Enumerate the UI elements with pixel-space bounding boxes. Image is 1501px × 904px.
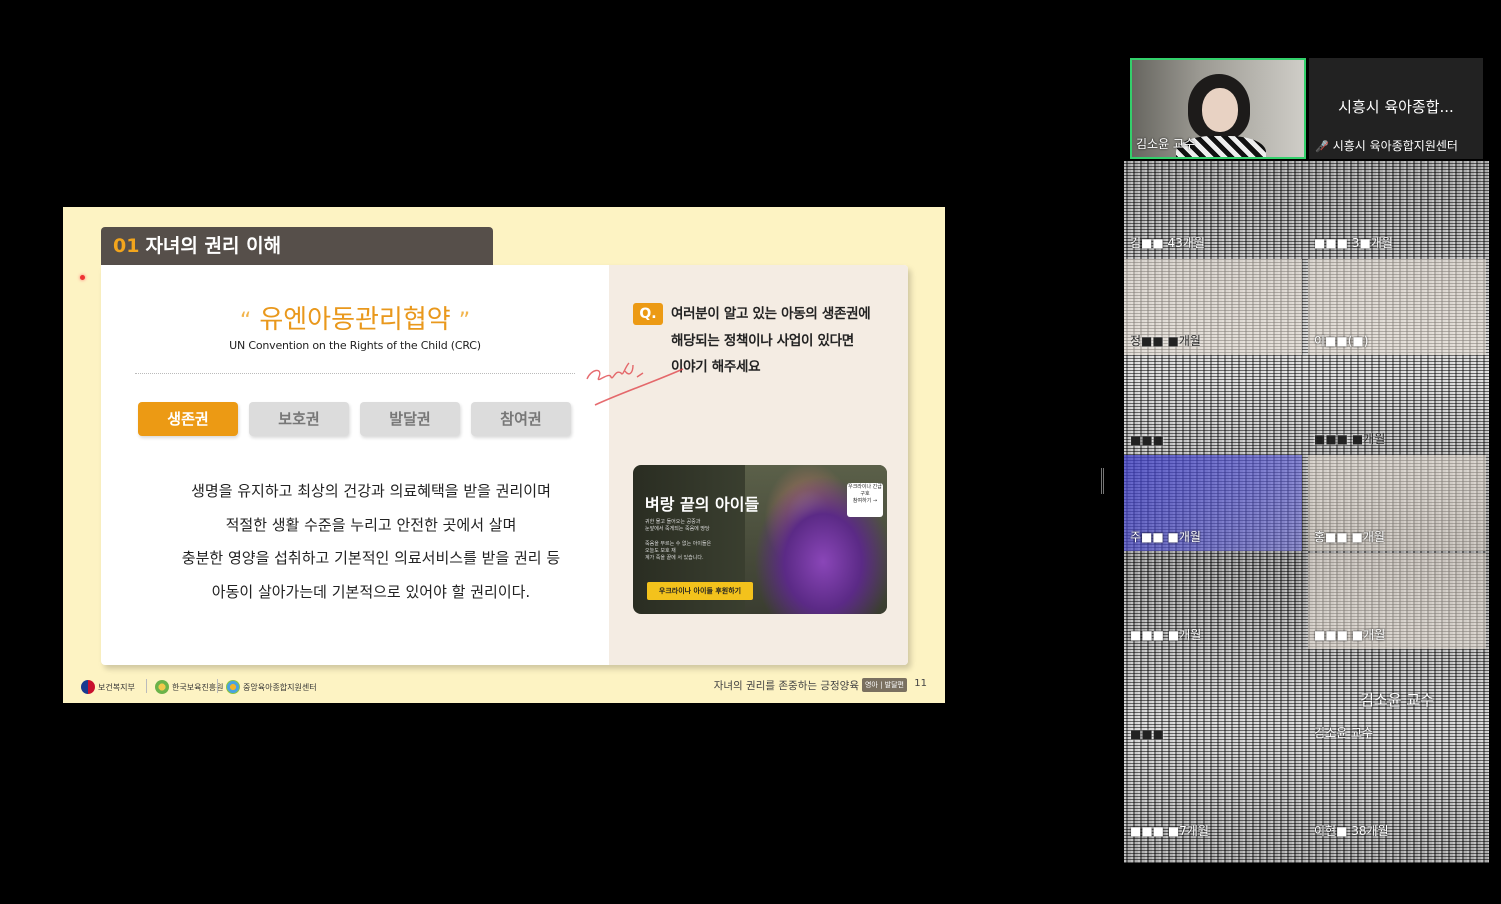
convention-title-text: 유엔아동관리협약	[259, 305, 451, 335]
section-header: 01 자녀의 권리 이해	[101, 227, 493, 265]
participant-tile[interactable]: ■■■ 3■개월	[1308, 161, 1486, 257]
participant-name: ■■■	[1130, 433, 1165, 447]
question-line: 이야기 해주세요	[671, 359, 761, 375]
slide-footer: 보건복지부 한국보육진흥원 중앙육아종합지원센터 자녀의 권리를 존중하는 긍정…	[63, 665, 945, 703]
participant-name: ■■■ ■개월	[1314, 432, 1386, 446]
right-description: 생명을 유지하고 최상의 건강과 의료혜택을 받을 권리이며 적절한 생활 수준…	[145, 475, 597, 609]
quote-open: “	[239, 309, 252, 334]
participant-tile[interactable]: ■■■ ■개월	[1308, 357, 1486, 453]
participant-tile[interactable]: ■■■ ■7개월	[1124, 749, 1302, 845]
tab-participation-right[interactable]: 참여권	[471, 402, 571, 436]
course-title: 자녀의 권리를 존중하는 긍정양육	[713, 680, 859, 692]
ad-body-line: 계가 죽을 끝에 서 있습니다.	[645, 555, 704, 561]
participant-tile[interactable]: ■■■ ■개월	[1308, 553, 1486, 649]
footer-separator	[146, 679, 147, 693]
participant-display-name: 시흥시 육아종합...	[1338, 98, 1454, 116]
participant-name: 김소윤 교수	[1136, 137, 1196, 151]
participant-name: ■■■ 3■개월	[1314, 236, 1393, 250]
ad-thumb-button: 참여하기 →	[852, 498, 878, 504]
description-line: 적절한 생활 수준을 누리고 안전한 곳에서 살며	[225, 515, 517, 534]
participant-display-name: 김소윤 교수	[1360, 691, 1434, 709]
logo-center-text: 중앙육아종합지원센터	[243, 682, 317, 692]
participant-name: 정■■ ■개월	[1130, 334, 1201, 348]
logo-mohw-text: 보건복지부	[98, 682, 135, 692]
pen-annotation	[586, 362, 684, 406]
question-line: 여러분이 알고 있는 아동의 생존권에	[671, 306, 871, 322]
ad-thumbnail: 우크라이나 긴급구호 참여하기 →	[847, 483, 883, 517]
question-badge: Q.	[633, 303, 663, 325]
description-line: 생명을 유지하고 최상의 건강과 의료혜택을 받을 권리이며	[191, 482, 551, 500]
participant-tile[interactable]: 주■■ ■개월	[1124, 455, 1302, 551]
participant-name: ■■■ ■개월	[1130, 628, 1202, 642]
ad-donate-button: 우크라이나 아이들 후원하기	[647, 582, 753, 600]
participant-name: ■■■ ■7개월	[1130, 824, 1209, 838]
logo-kcpi: 한국보육진흥원	[155, 680, 224, 694]
section-number: 01	[113, 235, 140, 257]
ad-title: 벼랑 끝의 아이들	[645, 495, 760, 514]
tab-survival-right[interactable]: 생존권	[138, 402, 238, 436]
participant-name: 이현■ 38개월	[1314, 824, 1389, 838]
participant-tile-center[interactable]: 시흥시 육아종합... 🎤̸ 시흥시 육아종합지원센터	[1309, 58, 1483, 159]
convention-subtitle: UN Convention on the Rights of the Child…	[229, 339, 481, 352]
participant-name: 김소윤 교수	[1314, 726, 1374, 740]
participant-name: ■■■ ■개월	[1314, 628, 1386, 642]
ad-body-line: 눈앞에서 죽게되는 죽음에 땅당	[645, 526, 710, 532]
panel-resize-handle[interactable]	[1101, 468, 1104, 494]
participant-tile[interactable]: 김소윤 교수 김소윤 교수	[1308, 651, 1486, 747]
mic-muted-icon: 🎤̸	[1315, 140, 1329, 153]
description-line: 충분한 영양을 섭취하고 기본적인 의료서비스를 받을 권리 등	[181, 549, 561, 567]
participant-tile[interactable]: 정■■ ■개월	[1124, 259, 1302, 355]
presentation-slide: 01 자녀의 권리 이해 “ 유엔아동관리협약 ” UN Convention on …	[63, 207, 945, 703]
course-badge: 영아 | 발달편	[861, 678, 907, 692]
logo-kcpi-text: 한국보육진흥원	[172, 682, 224, 692]
page-number: 11	[914, 678, 927, 689]
question-text: 여러분이 알고 있는 아동의 생존권에 해당되는 정책이나 사업이 있다면 이야…	[671, 301, 891, 381]
participant-tile-active-speaker[interactable]: 김소윤 교수	[1130, 58, 1306, 159]
participant-name: ■■■	[1130, 727, 1165, 741]
description-line: 아동이 살아가는데 기본적으로 있어야 할 권리이다.	[211, 582, 531, 601]
participant-name: 시흥시 육아종합지원센터	[1332, 139, 1458, 153]
participant-tile[interactable]: ■■■	[1124, 651, 1302, 747]
participant-tile[interactable]: 김■■ 43개월	[1124, 161, 1302, 257]
taegeuk-icon	[81, 680, 95, 694]
quote-close: ”	[458, 309, 471, 334]
participant-tile[interactable]: 홍■■ ■개월	[1308, 455, 1486, 551]
participant-name: 홍■■ ■개월	[1314, 530, 1385, 544]
participant-tile[interactable]: 이■■(■)	[1308, 259, 1486, 355]
participant-tile[interactable]: ■■■	[1124, 357, 1302, 453]
participant-name-row: 🎤̸ 시흥시 육아종합지원센터	[1315, 137, 1458, 154]
ad-body-line: 오늘도 보호 재	[645, 548, 676, 554]
participant-name: 주■■ ■개월	[1130, 530, 1201, 544]
participant-tile[interactable]: ■■■ ■개월	[1124, 553, 1302, 649]
center-logo-icon	[226, 680, 240, 694]
footer-separator	[217, 679, 218, 693]
tab-protection-right[interactable]: 보호권	[249, 402, 349, 436]
laser-pointer-dot	[80, 275, 85, 280]
ad-body-line: 죽음을 부르는 수 없는 아이들은	[645, 541, 712, 547]
ad-thumb-caption: 우크라이나 긴급구호	[848, 484, 882, 497]
ad-body-line: 귀한 물고 들어오는 공중과	[645, 519, 701, 525]
section-title: 자녀의 권리 이해	[145, 235, 282, 257]
convention-title: “ 유엔아동관리협약 ”	[101, 299, 609, 336]
participant-face	[1202, 88, 1238, 132]
donation-ad-image: 벼랑 끝의 아이들 귀한 물고 들어오는 공중과 눈앞에서 죽게되는 죽음에 땅…	[633, 465, 887, 614]
logo-mohw: 보건복지부	[81, 680, 135, 694]
tab-development-right[interactable]: 발달권	[360, 402, 460, 436]
logo-center: 중앙육아종합지원센터	[226, 680, 317, 694]
participant-name: 이■■(■)	[1314, 334, 1369, 348]
dotted-divider	[135, 373, 575, 374]
participant-tile[interactable]: 이현■ 38개월	[1308, 749, 1486, 845]
participant-grid: 김■■ 43개월 ■■■ 3■개월 정■■ ■개월 이■■(■) ■■■ ■■■…	[1124, 161, 1489, 863]
participant-name: 김■■ 43개월	[1130, 236, 1205, 250]
kcpi-logo-icon	[155, 680, 169, 694]
content-card: “ 유엔아동관리협약 ” UN Convention on the Rights o…	[101, 265, 908, 665]
shared-screen: 01 자녀의 권리 이해 “ 유엔아동관리협약 ” UN Convention on …	[0, 207, 1097, 703]
question-panel: Q. 여러분이 알고 있는 아동의 생존권에 해당되는 정책이나 사업이 있다면…	[609, 265, 908, 665]
question-line: 해당되는 정책이나 사업이 있다면	[671, 332, 854, 349]
